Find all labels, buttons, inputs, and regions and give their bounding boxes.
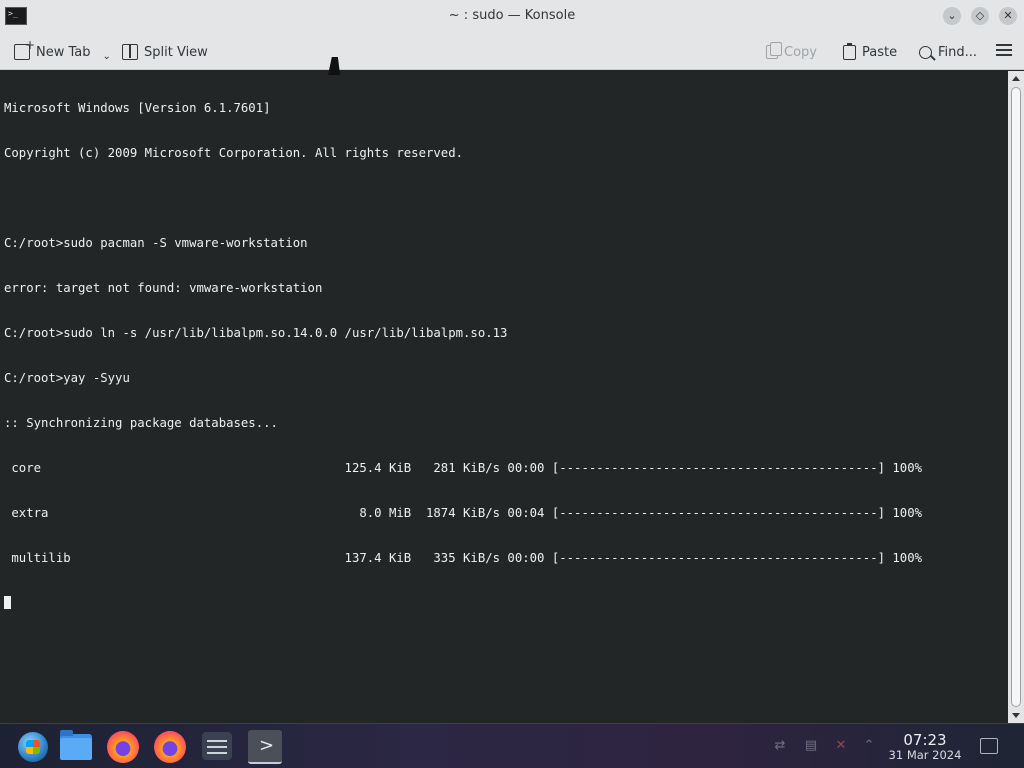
new-tab-label: New Tab <box>36 44 91 60</box>
terminal-cursor-line <box>4 596 922 611</box>
network-icon[interactable]: ⇄ <box>771 738 789 756</box>
terminal-line: C:/root>sudo pacman -S vmware-workstatio… <box>4 236 308 250</box>
scroll-down-icon[interactable] <box>1012 713 1020 718</box>
terminal-line: Microsoft Windows [Version 6.1.7601] <box>4 101 271 115</box>
terminal-line: core 125.4 KiB 281 KiB/s 00:00 [--------… <box>4 461 923 475</box>
find-label: Find... <box>938 44 978 60</box>
terminal-line: multilib 137.4 KiB 335 KiB/s 00:00 [----… <box>4 551 923 565</box>
paste-label: Paste <box>862 44 898 60</box>
paste-icon <box>843 42 856 60</box>
konsole-taskbar-icon[interactable] <box>248 730 282 764</box>
terminal-line: error: target not found: vmware-workstat… <box>4 281 323 295</box>
find-button[interactable]: Find... <box>919 42 977 62</box>
terminal-line: C:/root>sudo ln -s /usr/lib/libalpm.so.1… <box>4 326 508 340</box>
copy-button[interactable]: Copy <box>766 42 817 62</box>
new-tab-button[interactable]: New Tab ⌄ <box>14 38 111 62</box>
scrollbar-thumb[interactable] <box>1011 87 1021 707</box>
chevron-down-icon[interactable]: ⌄ <box>103 51 111 62</box>
clock-date[interactable]: 31 Mar 2024 <box>880 748 970 762</box>
terminal-view[interactable]: Microsoft Windows [Version 6.1.7601] Cop… <box>0 71 1008 723</box>
split-view-label: Split View <box>144 44 208 60</box>
split-view-icon <box>122 44 138 60</box>
maximize-button[interactable]: ◇ <box>971 7 989 25</box>
window-title: ~ : sudo — Konsole <box>448 8 576 23</box>
new-tab-icon <box>14 38 35 60</box>
text-cursor <box>4 596 11 609</box>
copy-icon <box>766 42 782 59</box>
show-desktop-icon[interactable] <box>980 738 998 754</box>
clock-time[interactable]: 07:23 <box>880 731 970 749</box>
file-manager-icon[interactable] <box>60 730 92 760</box>
paste-button[interactable]: Paste <box>843 42 897 62</box>
toolbar: New Tab ⌄ Split View Copy Paste Find... <box>0 32 1024 70</box>
hamburger-menu-icon[interactable] <box>996 44 1012 56</box>
scroll-up-icon[interactable] <box>1012 76 1020 81</box>
vertical-scrollbar[interactable] <box>1008 71 1024 723</box>
terminal-line: :: Synchronizing package databases... <box>4 416 278 430</box>
firefox-icon[interactable] <box>154 731 186 763</box>
search-icon <box>919 45 932 59</box>
minimize-button[interactable]: ⌄ <box>943 7 961 25</box>
copy-label: Copy <box>784 44 817 60</box>
terminal-output: Microsoft Windows [Version 6.1.7601] Cop… <box>4 71 922 641</box>
system-settings-icon[interactable] <box>202 732 232 760</box>
clipboard-icon[interactable]: ▤ <box>802 738 820 756</box>
split-view-button[interactable]: Split View <box>122 42 208 62</box>
title-bar: ~ : sudo — Konsole ⌄ ◇ ✕ <box>0 0 1024 32</box>
close-button[interactable]: ✕ <box>999 7 1017 25</box>
terminal-line: Copyright (c) 2009 Microsoft Corporation… <box>4 146 464 160</box>
firefox-icon[interactable] <box>107 731 139 763</box>
terminal-line: extra 8.0 MiB 1874 KiB/s 00:04 [--------… <box>4 506 923 520</box>
terminal-line: C:/root>yay -Syyu <box>4 371 130 385</box>
tray-expand-icon[interactable]: ⌃ <box>860 738 878 756</box>
start-menu-icon[interactable] <box>18 732 48 762</box>
volume-muted-icon[interactable]: ✕ <box>832 738 850 756</box>
